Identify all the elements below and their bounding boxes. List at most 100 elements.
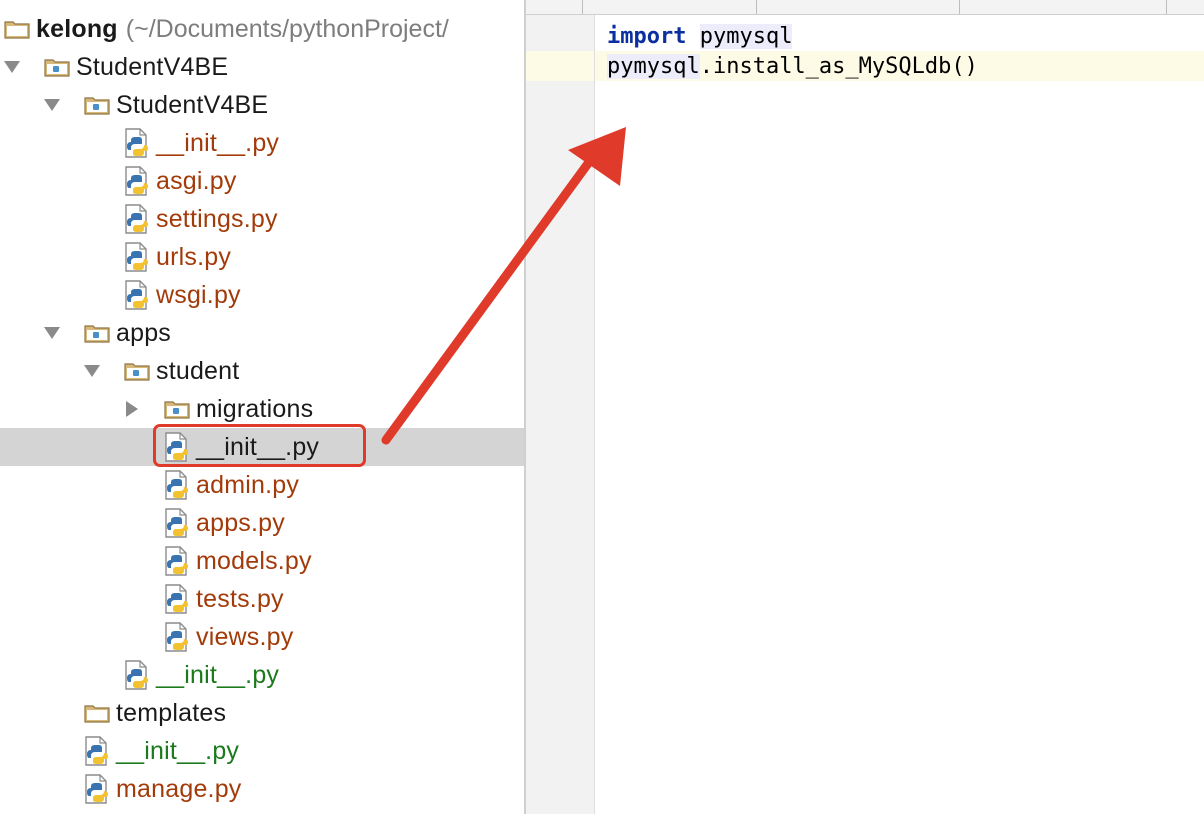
tree-item-label: settings.py [156,204,278,233]
tree-item-label: StudentV4BE [116,90,269,119]
tree-row[interactable]: apps.py [0,504,524,542]
tree-item-label: templates [116,698,227,727]
tree-root-row[interactable]: kelong (~/Documents/pythonProject/ [0,10,524,48]
tree-row[interactable]: views.py [0,618,524,656]
identifier-pymysql: pymysql [607,53,700,79]
collapse-arrow-icon[interactable] [122,390,142,428]
python-file-icon [125,204,148,234]
folder-icon [84,705,110,723]
tree-row[interactable]: asgi.py [0,162,524,200]
project-tree: kelong (~/Documents/pythonProject/ Stude… [0,0,524,814]
expand-arrow-icon[interactable] [42,86,62,124]
tab-separator [756,0,757,14]
tree-file[interactable]: __init__.py [84,732,239,770]
project-name: kelong [36,14,118,43]
tree-item-label: tests.py [196,584,284,613]
folder-icon [84,325,110,343]
folder-icon [4,21,30,39]
tree-file[interactable]: apps.py [164,504,285,542]
tree-row[interactable]: StudentV4BE [0,86,524,124]
python-file-icon [125,242,148,272]
tab-separator [959,0,960,14]
tree-row[interactable]: urls.py [0,238,524,276]
project-path: (~/Documents/pythonProject/ [125,14,449,43]
tree-row[interactable]: apps [0,314,524,352]
tree-item-label: StudentV4BE [76,52,229,81]
tree-row[interactable]: wsgi.py [0,276,524,314]
tree-row[interactable]: __init__.py [0,124,524,162]
tree-file[interactable]: settings.py [124,200,278,238]
folder-icon [84,97,110,115]
tree-file[interactable]: admin.py [164,466,299,504]
python-file-icon [85,774,108,804]
identifier-pymysql: pymysql [699,23,793,49]
tree-item-label: apps [116,318,172,347]
gutter-current-line [526,51,594,81]
tree-item-label: wsgi.py [156,280,241,309]
tree-item-label: __init__.py [156,660,280,689]
tree-folder[interactable]: StudentV4BE [84,86,268,124]
tree-row[interactable]: __init__.py [0,732,524,770]
tree-file[interactable]: __init__.py [124,656,279,694]
tab-separator [1166,0,1167,14]
tree-item-label: __init__.py [116,736,240,765]
tree-item-label: __init__.py [156,128,280,157]
python-file-icon [165,584,188,614]
tree-folder[interactable]: templates [84,694,226,732]
tree-folder[interactable]: apps [84,314,171,352]
tree-file[interactable]: urls.py [124,238,231,276]
keyword-import: import [607,23,687,49]
python-file-icon [165,546,188,576]
tree-row[interactable]: settings.py [0,200,524,238]
python-file-icon [125,128,148,158]
tree-root[interactable]: kelong (~/Documents/pythonProject/ [4,10,449,48]
tree-row[interactable]: student [0,352,524,390]
folder-icon [124,363,150,381]
tree-item-label: urls.py [156,242,232,271]
folder-icon [164,401,190,419]
tree-row[interactable]: templates [0,694,524,732]
tree-file[interactable]: __init__.py [124,124,279,162]
tree-row[interactable]: migrations [0,390,524,428]
tree-file[interactable]: models.py [164,542,312,580]
python-file-icon [165,622,188,652]
expand-arrow-icon[interactable] [42,314,62,352]
tree-row[interactable]: StudentV4BE [0,48,524,86]
editor-tab-bar [526,0,1204,15]
tree-file[interactable]: asgi.py [124,162,237,200]
tree-file[interactable]: tests.py [164,580,284,618]
tree-row[interactable]: tests.py [0,580,524,618]
tree-item-label: views.py [196,622,294,651]
python-file-icon [125,280,148,310]
python-file-icon [165,508,188,538]
tree-folder[interactable]: student [124,352,239,390]
tree-row[interactable]: __init__.py [0,656,524,694]
expand-arrow-icon[interactable] [2,48,22,86]
tree-file[interactable]: manage.py [84,770,242,808]
folder-icon [44,59,70,77]
tree-file[interactable]: wsgi.py [124,276,241,314]
tree-row[interactable]: manage.py [0,770,524,808]
expand-arrow-icon[interactable] [82,352,102,390]
tree-item-label: admin.py [196,470,300,499]
tab-separator [582,0,583,14]
tree-item-label: manage.py [116,774,242,803]
code-call: .install_as_MySQLdb() [699,53,978,79]
tree-item-label: apps.py [196,508,285,537]
code-line-1[interactable]: import pymysql [595,21,1204,51]
code-line-2[interactable]: pymysql .install_as_MySQLdb() [595,51,1204,81]
python-file-icon [125,660,148,690]
tree-item-label: student [156,356,240,385]
tree-row[interactable]: models.py [0,542,524,580]
tree-file[interactable]: views.py [164,618,293,656]
python-file-icon [165,470,188,500]
tree-folder[interactable]: migrations [164,390,313,428]
code-editor[interactable]: import pymysql pymysql .install_as_MySQLd… [595,15,1204,814]
python-file-icon [125,166,148,196]
editor-gutter [526,15,595,814]
tree-item-label: models.py [196,546,312,575]
tree-folder[interactable]: StudentV4BE [44,48,228,86]
tree-item-label: asgi.py [156,166,237,195]
annotation-highlight-box [153,424,366,467]
tree-row[interactable]: admin.py [0,466,524,504]
